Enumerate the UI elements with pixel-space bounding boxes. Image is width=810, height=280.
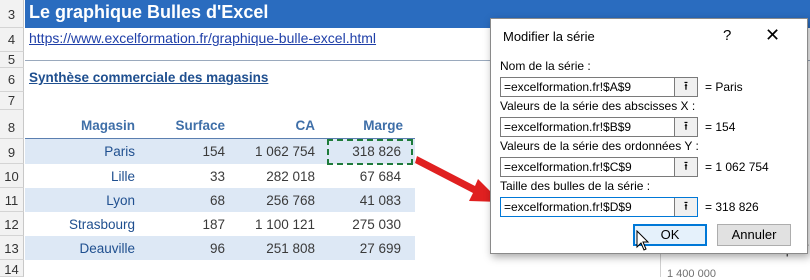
x-values-label: Valeurs de la série des abscisses X : [500,99,696,113]
table-row[interactable]: Strasbourg 187 1 100 121 275 030 [25,212,415,236]
row-header[interactable]: 8 [0,110,24,139]
cell-ca[interactable]: 1 062 754 [225,144,315,159]
row-header[interactable]: 4 [0,28,24,52]
y-values-preview: = 1 062 754 [705,160,769,174]
selected-cell-border [327,139,413,165]
row-header[interactable]: 14 [0,260,24,277]
row-header[interactable]: 5 [0,52,24,68]
row-header[interactable]: 10 [0,164,24,188]
cell-ca[interactable]: 256 768 [225,193,315,208]
bubble-size-value: =excelformation.fr!$D$9 [504,200,632,214]
table-subtitle: Synthèse commerciale des magasins [29,70,269,85]
bubble-size-preview: = 318 826 [705,200,759,214]
cell-surface[interactable]: 96 [135,241,225,256]
bubble-size-field[interactable]: =excelformation.fr!$D$9 ⭱ [500,197,698,217]
row-header[interactable]: 7 [0,92,24,110]
range-select-icon[interactable]: ⭱ [674,118,697,136]
cell-ca[interactable]: 282 018 [225,169,315,184]
y-values-field[interactable]: =excelformation.fr!$C$9 ⭱ [500,157,698,177]
series-name-field[interactable]: =excelformation.fr!$A$9 ⭱ [500,77,698,97]
row-header[interactable]: 11 [0,188,24,212]
axis-tick-label: 1 400 000 [667,268,716,280]
dialog-title: Modifier la série [503,29,595,44]
cell-surface[interactable]: 33 [135,169,225,184]
row-header[interactable]: 13 [0,236,24,260]
spreadsheet: 3 4 5 6 7 8 9 10 11 12 13 14 Le graphiqu… [0,0,810,280]
series-name-value: =excelformation.fr!$A$9 [504,80,632,94]
cancel-button[interactable]: Annuler [717,224,791,246]
cell-ca[interactable]: 251 808 [225,241,315,256]
series-name-label: Nom de la série : [500,59,591,73]
cell-marge[interactable]: 275 030 [315,217,401,232]
close-icon[interactable]: ✕ [765,25,780,46]
x-values-preview: = 154 [705,120,736,134]
sheet-title: Le graphique Bulles d'Excel [29,2,269,22]
table-row[interactable]: Lille 33 282 018 67 684 [25,164,415,188]
cell-surface[interactable]: 187 [135,217,225,232]
cell-surface[interactable]: 68 [135,193,225,208]
row-header[interactable]: 6 [0,68,24,92]
header-surface: Surface [175,118,225,133]
x-values-value: =excelformation.fr!$B$9 [504,120,632,134]
cell-magasin[interactable]: Strasbourg [25,217,135,232]
range-select-icon[interactable]: ⭱ [674,198,697,216]
table-row[interactable]: Deauville 96 251 808 27 699 [25,236,415,260]
cell-marge[interactable]: 67 684 [315,169,401,184]
header-ca: CA [295,118,316,133]
series-name-preview: = Paris [705,80,743,94]
help-icon[interactable]: ? [723,27,731,44]
range-select-icon[interactable]: ⭱ [674,78,697,96]
edit-series-dialog: Modifier la série ? ✕ Nom de la série : … [490,18,808,254]
header-marge: Marge [363,118,403,133]
cell-magasin[interactable]: Lyon [25,193,135,208]
row-header[interactable]: 3 [0,0,24,28]
cell-ca[interactable]: 1 100 121 [225,217,315,232]
row-header[interactable]: 9 [0,139,24,164]
table-row[interactable]: Lyon 68 256 768 41 083 [25,188,415,212]
cell-surface[interactable]: 154 [135,144,225,159]
x-values-field[interactable]: =excelformation.fr!$B$9 ⭱ [500,117,698,137]
cell-marge[interactable]: 41 083 [315,193,401,208]
cell-magasin[interactable]: Lille [25,169,135,184]
mouse-cursor-icon [636,230,650,251]
cell-marge[interactable]: 27 699 [315,241,401,256]
website-link[interactable]: https://www.excelformation.fr/graphique-… [29,30,376,46]
row-header[interactable]: 12 [0,212,24,236]
cell-magasin[interactable]: Paris [25,144,135,159]
bubble-size-label: Taille des bulles de la série : [500,179,651,193]
y-values-label: Valeurs de la série des ordonnées Y : [500,139,699,153]
cell-magasin[interactable]: Deauville [25,241,135,256]
header-magasin: Magasin [80,118,135,133]
range-select-icon[interactable]: ⭱ [674,158,697,176]
y-values-value: =excelformation.fr!$C$9 [504,160,632,174]
